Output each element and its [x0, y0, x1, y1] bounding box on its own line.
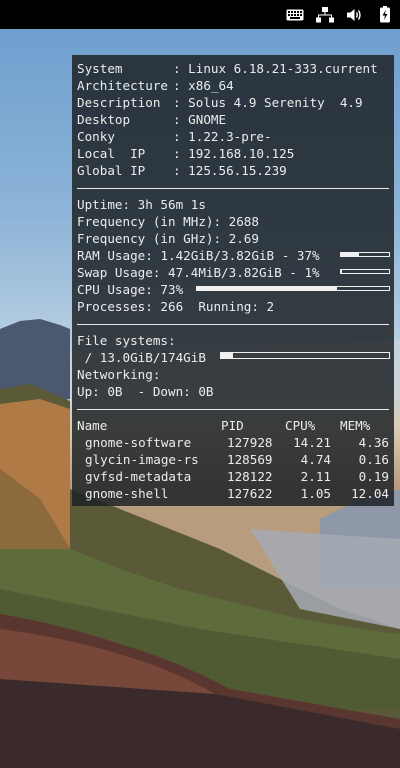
process-cpu: 4.74 — [300, 452, 331, 467]
process-cpu: 1.05 — [300, 486, 331, 501]
process-pid: 127622 — [227, 486, 273, 501]
process-cpu: 2.11 — [300, 469, 331, 484]
ram-usage-bar — [340, 252, 390, 257]
conky-panel: System : Linux 6.18.21-333.current Archi… — [72, 55, 394, 506]
divider — [77, 409, 389, 410]
uptime-text: Uptime: 3h 56m 1s — [77, 197, 206, 212]
header-mem: MEM% — [340, 418, 371, 433]
frequency-ghz-text: Frequency (in GHz): 2.69 — [77, 231, 259, 246]
global-ip-row: Global IP — [77, 162, 145, 179]
cpu-usage-bar-fill — [197, 287, 338, 290]
process-name: gnome-shell — [85, 486, 169, 501]
process-mem: 0.19 — [358, 469, 389, 484]
network-updown-text: Up: 0B - Down: 0B — [77, 384, 214, 399]
info-separator: : 125.56.15.239 — [173, 163, 287, 178]
process-pid: 128122 — [227, 469, 273, 484]
info-separator: : 1.22.3-pre- — [173, 129, 272, 144]
cpu-usage-bar — [196, 286, 390, 291]
root-fs-bar-fill — [221, 353, 233, 358]
header-cpu: CPU% — [285, 418, 316, 433]
info-value: GNOME — [188, 112, 227, 127]
process-cpu: 14.21 — [293, 435, 331, 450]
info-label: System — [77, 61, 123, 76]
process-mem: 4.36 — [358, 435, 389, 450]
networking-title: Networking: — [77, 367, 161, 382]
cpu-usage-text: CPU Usage: 73% — [77, 282, 184, 297]
header-pid: PID — [221, 418, 244, 433]
frequency-mhz-text: Frequency (in MHz): 2688 — [77, 214, 259, 229]
info-separator: : 192.168.10.125 — [173, 146, 295, 161]
description-row: Description — [77, 94, 160, 111]
ram-usage-bar-fill — [341, 253, 359, 256]
info-value: 192.168.10.125 — [188, 146, 295, 161]
system-tray — [286, 0, 394, 29]
process-pid: 127928 — [227, 435, 273, 450]
swap-usage-bar — [340, 269, 390, 274]
top-bar — [0, 0, 400, 29]
info-label: Architecture — [77, 78, 168, 93]
info-separator: : x86_64 — [173, 78, 234, 93]
network-icon[interactable] — [316, 6, 334, 24]
processes-text: Processes: 266 Running: 2 — [77, 299, 275, 314]
ram-usage-text: RAM Usage: 1.42GiB/3.82GiB - 37% — [77, 248, 320, 263]
info-separator: : GNOME — [173, 112, 227, 127]
info-separator: : Solus 4.9 Serenity 4.9 — [173, 95, 363, 110]
battery-icon[interactable] — [376, 6, 394, 24]
local-ip-row: Local IP — [77, 145, 145, 162]
conky-version-row: Conky — [77, 128, 115, 145]
process-mem: 0.16 — [358, 452, 389, 467]
info-label: Global IP — [77, 163, 146, 178]
divider — [77, 324, 389, 325]
desktop-row: Desktop — [77, 111, 130, 128]
info-label: Description — [77, 95, 161, 110]
process-name: gvfsd-metadata — [85, 469, 192, 484]
volume-icon[interactable] — [346, 6, 364, 24]
root-fs-text: / 13.0GiB/174GiB — [77, 350, 206, 365]
architecture-row: Architecture — [77, 77, 168, 94]
info-value: 1.22.3-pre- — [188, 129, 272, 144]
process-name: gnome-software — [85, 435, 192, 450]
swap-usage-text: Swap Usage: 47.4MiB/3.82GiB - 1% — [77, 265, 320, 280]
system-info-row: System — [77, 60, 123, 77]
divider — [77, 188, 389, 189]
process-mem: 12.04 — [351, 486, 389, 501]
process-name: glycin-image-rs — [85, 452, 199, 467]
info-separator: : Linux 6.18.21-333.current — [173, 61, 378, 76]
info-value: x86_64 — [188, 78, 234, 93]
keyboard-icon[interactable] — [286, 6, 304, 24]
info-label: Local IP — [77, 146, 146, 161]
info-value: Solus 4.9 Serenity 4.9 — [188, 95, 363, 110]
header-name: Name — [77, 418, 108, 433]
info-label: Conky — [77, 129, 115, 144]
process-pid: 128569 — [227, 452, 273, 467]
info-label: Desktop — [77, 112, 131, 127]
file-systems-title: File systems: — [77, 333, 176, 348]
root-fs-bar — [220, 352, 390, 359]
info-value: 125.56.15.239 — [188, 163, 287, 178]
info-value: Linux 6.18.21-333.current — [188, 61, 378, 76]
